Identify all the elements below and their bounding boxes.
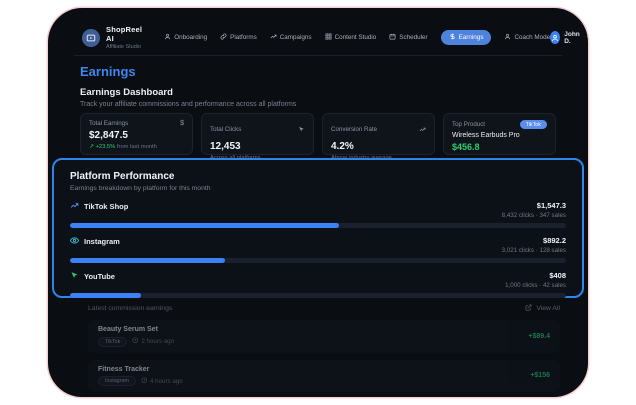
platform-amount: $1,547.3	[502, 201, 566, 210]
progress-track	[70, 293, 566, 298]
nav-label: Earnings	[459, 34, 484, 41]
commission-item[interactable]: Fitness Tracker Instagram 4 hours ago +$…	[88, 360, 560, 393]
stat-subtext: ↗ +23.5% from last month	[89, 144, 184, 150]
commission-time: 4 hours ago	[150, 378, 183, 385]
app-window: ShopReel AI Affiliate Studio Onboarding …	[48, 8, 588, 397]
latest-commissions-section: Latest commission earnings View All Beau…	[88, 304, 560, 392]
user-menu[interactable]: John D. ▾	[550, 31, 588, 45]
grid-icon	[325, 33, 332, 42]
chevron-down-icon: ▾	[587, 34, 588, 41]
brand-subtitle: Affiliate Studio	[106, 44, 142, 50]
stat-label: Top Product	[452, 121, 485, 128]
user-icon	[164, 33, 171, 42]
platform-meta: 8,432 clicks · 347 sales	[502, 212, 566, 219]
dashboard-title: Earnings Dashboard	[80, 87, 173, 98]
page-title: Earnings	[80, 64, 136, 79]
commission-amount: +$156	[530, 372, 550, 379]
latest-title: Latest commission earnings	[88, 305, 172, 312]
stat-value: 12,453	[210, 141, 305, 152]
panel-title: Platform Performance	[70, 171, 566, 182]
dashboard-subtitle: Track your affiliate commissions and per…	[80, 101, 296, 108]
product-amount: $456.8	[452, 142, 547, 152]
top-navbar: ShopReel AI Affiliate Studio Onboarding …	[74, 24, 562, 56]
platform-performance-panel: Platform Performance Earnings breakdown …	[52, 158, 584, 298]
nav-item-scheduler[interactable]: Scheduler	[389, 33, 427, 42]
user-name: John D.	[564, 31, 582, 45]
platform-name: YouTube	[84, 272, 115, 281]
product-name: Wireless Earbuds Pro	[452, 132, 547, 139]
view-all-label: View All	[536, 305, 560, 312]
commission-time: 2 hours ago	[141, 338, 174, 345]
stat-label: Conversion Rate	[331, 126, 377, 133]
progress-fill	[70, 223, 339, 228]
platform-name: TikTok Shop	[84, 202, 128, 211]
stat-card-conversion-rate: Conversion Rate 4.2% Above industry aver…	[322, 113, 435, 155]
cursor-icon	[70, 271, 79, 282]
platform-row-tiktok: TikTok Shop $1,547.3 8,432 clicks · 347 …	[70, 201, 566, 228]
nav-item-coach-mode[interactable]: Coach Mode	[504, 33, 550, 42]
nav-item-campaigns[interactable]: Campaigns	[270, 33, 312, 42]
platform-badge: TikTok	[98, 337, 127, 347]
progress-track	[70, 258, 566, 263]
link-icon	[220, 33, 227, 42]
stat-card-total-earnings: Total Earnings $ $2,847.5 ↗ +23.5% from …	[80, 113, 193, 155]
nav-label: Scheduler	[399, 34, 427, 41]
calendar-icon	[389, 33, 396, 42]
stats-row: Total Earnings $ $2,847.5 ↗ +23.5% from …	[80, 113, 556, 155]
clock-icon	[132, 337, 139, 346]
panel-subtitle: Earnings breakdown by platform for this …	[70, 185, 566, 192]
platform-badge: Instagram	[98, 376, 136, 386]
platform-meta: 3,021 clicks · 128 sales	[502, 247, 566, 254]
nav-items: Onboarding Platforms Campaigns Content S…	[164, 30, 550, 45]
tiktok-badge: TikTok	[520, 120, 547, 129]
nav-label: Content Studio	[335, 34, 377, 41]
platform-amount: $892.2	[502, 236, 566, 245]
progress-fill	[70, 293, 141, 298]
stat-label: Total Clicks	[210, 126, 241, 133]
cursor-icon	[298, 120, 305, 138]
stat-card-top-product: Top Product TikTok Wireless Earbuds Pro …	[443, 113, 556, 155]
dollar-icon: $	[180, 120, 184, 127]
commission-amount: +$89.4	[528, 333, 550, 340]
nav-item-content-studio[interactable]: Content Studio	[325, 33, 377, 42]
platform-name: Instagram	[84, 237, 120, 246]
nav-label: Platforms	[230, 34, 257, 41]
view-all-link[interactable]: View All	[525, 304, 560, 313]
platform-row-youtube: YouTube $408 1,000 clicks · 42 sales	[70, 271, 566, 298]
brand: ShopReel AI Affiliate Studio	[82, 25, 142, 50]
dollar-icon	[449, 33, 456, 42]
trend-icon	[70, 201, 79, 212]
nav-item-onboarding[interactable]: Onboarding	[164, 33, 207, 42]
trend-icon	[419, 120, 426, 138]
commission-product: Fitness Tracker	[98, 366, 183, 373]
stat-card-total-clicks: Total Clicks 12,453 Across all platforms	[201, 113, 314, 155]
nav-label: Coach Mode	[514, 34, 550, 41]
stat-value: $2,847.5	[89, 130, 184, 141]
commission-product: Beauty Serum Set	[98, 326, 174, 333]
clock-icon	[141, 377, 148, 386]
trend-icon	[270, 33, 277, 42]
progress-track	[70, 223, 566, 228]
eye-icon	[70, 236, 79, 247]
person-icon	[504, 33, 511, 42]
platform-amount: $408	[505, 271, 566, 280]
growth-value: ↗ +23.5%	[89, 144, 115, 150]
external-link-icon	[525, 304, 532, 313]
nav-item-earnings[interactable]: Earnings	[441, 30, 492, 45]
nav-label: Campaigns	[280, 34, 312, 41]
nav-label: Onboarding	[174, 34, 207, 41]
platform-row-instagram: Instagram $892.2 3,021 clicks · 128 sale…	[70, 236, 566, 263]
progress-fill	[70, 258, 225, 263]
nav-item-platforms[interactable]: Platforms	[220, 33, 257, 42]
avatar	[550, 31, 560, 44]
brand-title: ShopReel AI	[106, 25, 142, 43]
app-logo-icon	[82, 29, 100, 47]
growth-note: from last month	[115, 144, 157, 150]
stat-value: 4.2%	[331, 141, 426, 152]
commission-item[interactable]: Beauty Serum Set TikTok 2 hours ago +$89…	[88, 320, 560, 353]
platform-meta: 1,000 clicks · 42 sales	[505, 282, 566, 289]
platform-rows: TikTok Shop $1,547.3 8,432 clicks · 347 …	[70, 201, 566, 298]
stat-label: Total Earnings	[89, 120, 128, 127]
